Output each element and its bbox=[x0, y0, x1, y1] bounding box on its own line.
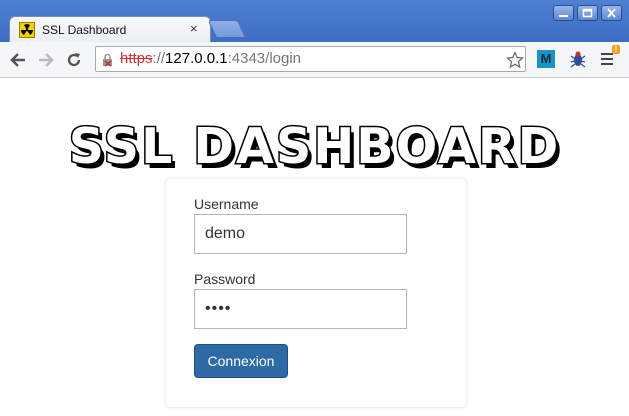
back-arrow-icon[interactable] bbox=[9, 51, 27, 69]
username-label: Username bbox=[194, 196, 259, 212]
address-bar[interactable]: https://127.0.0.1:4343/login bbox=[95, 46, 526, 72]
extension-m-icon[interactable]: M bbox=[537, 50, 555, 68]
password-input[interactable] bbox=[194, 289, 407, 329]
forward-arrow-icon[interactable] bbox=[37, 51, 55, 69]
url-separator: :// bbox=[152, 50, 166, 67]
login-button[interactable]: Connexion bbox=[194, 344, 288, 378]
minimize-button[interactable] bbox=[553, 5, 574, 21]
bug-extension-icon[interactable] bbox=[568, 49, 588, 69]
page-title: SSL DASHBOARD bbox=[67, 117, 561, 177]
new-tab-button[interactable] bbox=[207, 20, 247, 38]
bookmark-star-icon[interactable] bbox=[506, 51, 524, 69]
tab-title: SSL Dashboard bbox=[42, 23, 127, 37]
password-label: Password bbox=[194, 271, 256, 287]
close-window-button[interactable] bbox=[601, 5, 622, 21]
browser-toolbar: https://127.0.0.1:4343/login M ! bbox=[0, 42, 629, 78]
reload-icon[interactable] bbox=[65, 51, 83, 69]
url-host: 127.0.0.1 bbox=[165, 50, 228, 67]
radiation-icon bbox=[19, 22, 35, 38]
hamburger-menu-icon[interactable]: ! bbox=[600, 45, 620, 68]
maximize-button[interactable] bbox=[577, 5, 598, 21]
browser-tab[interactable]: SSL Dashboard × bbox=[9, 16, 211, 43]
tab-close-icon[interactable]: × bbox=[190, 21, 198, 36]
update-badge: ! bbox=[612, 45, 620, 54]
insecure-lock-icon[interactable] bbox=[102, 53, 114, 67]
url-path: :4343/login bbox=[227, 50, 302, 67]
url-scheme: https bbox=[120, 50, 153, 67]
username-input[interactable] bbox=[194, 214, 407, 254]
window-titlebar: SSL Dashboard × bbox=[0, 0, 629, 43]
url-text: https://127.0.0.1:4343/login bbox=[120, 50, 301, 67]
